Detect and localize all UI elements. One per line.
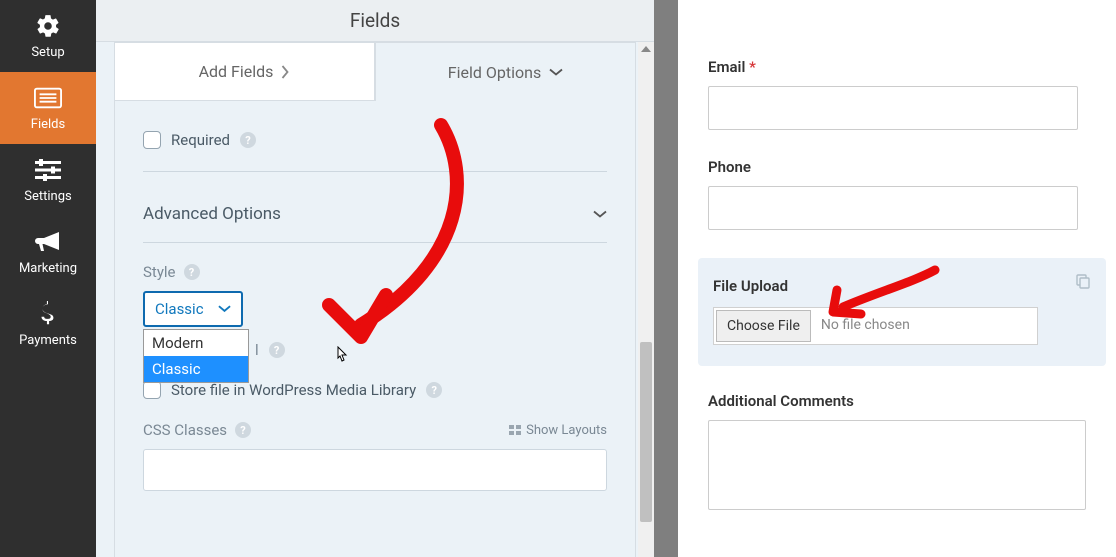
chevron-right-icon <box>281 65 290 79</box>
help-icon[interactable]: ? <box>235 422 251 438</box>
style-label: Style ? <box>143 263 607 281</box>
file-upload-label: File Upload <box>713 277 1091 295</box>
panel-divider <box>654 0 678 557</box>
duplicate-icon[interactable] <box>1075 273 1091 293</box>
list-icon <box>34 86 62 110</box>
required-row: Required ? <box>143 123 607 172</box>
scroll-up-icon[interactable] <box>638 42 654 56</box>
sidebar-item-label: Marketing <box>19 261 77 276</box>
choose-file-button[interactable]: Choose File <box>716 310 811 342</box>
advanced-toggle[interactable]: Advanced Options <box>143 192 607 243</box>
tab-bar: Add Fields Field Options <box>114 42 636 101</box>
grid-icon <box>509 425 521 435</box>
help-icon[interactable]: ? <box>426 382 442 398</box>
required-checkbox[interactable] <box>143 131 161 149</box>
file-upload-block[interactable]: File Upload Choose File No file chosen <box>698 258 1106 366</box>
style-option-modern[interactable]: Modern <box>144 330 248 356</box>
gear-icon <box>34 14 62 38</box>
chevron-down-icon <box>218 305 231 313</box>
email-label: Email * <box>708 58 1086 76</box>
help-icon[interactable]: ? <box>184 264 200 280</box>
style-option-classic[interactable]: Classic <box>144 356 248 382</box>
bullhorn-icon <box>34 230 62 254</box>
advanced-title: Advanced Options <box>143 204 281 224</box>
help-icon[interactable]: ? <box>240 132 256 148</box>
css-classes-input[interactable] <box>143 449 607 491</box>
help-icon[interactable]: ? <box>269 342 285 358</box>
page-title: Fields <box>96 0 654 42</box>
sidebar-item-fields[interactable]: Fields <box>0 72 96 144</box>
style-select[interactable]: Classic Modern Classic <box>143 291 243 327</box>
required-label: Required <box>171 131 230 149</box>
phone-input[interactable] <box>708 186 1078 230</box>
dollar-icon <box>34 302 62 326</box>
store-file-checkbox[interactable] <box>143 381 161 399</box>
partially-hidden-label: l ? <box>255 341 607 359</box>
store-file-label: Store file in WordPress Media Library <box>171 381 416 399</box>
comments-textarea[interactable] <box>708 420 1086 510</box>
phone-label: Phone <box>708 158 1086 176</box>
chevron-down-icon <box>549 68 563 77</box>
email-input[interactable] <box>708 86 1078 130</box>
sidebar-item-settings[interactable]: Settings <box>0 144 96 216</box>
style-dropdown: Modern Classic <box>143 329 249 383</box>
sidebar-item-marketing[interactable]: Marketing <box>0 216 96 288</box>
sidebar-item-label: Setup <box>31 45 64 60</box>
sidebar: Setup Fields Settings Marketing Payments <box>0 0 96 557</box>
store-file-row: Store file in WordPress Media Library ? <box>143 381 607 399</box>
form-preview: Email * Phone File Upload Choose File No… <box>678 0 1116 557</box>
tab-label: Field Options <box>448 63 541 82</box>
show-layouts-link[interactable]: Show Layouts <box>509 423 607 438</box>
chevron-down-icon <box>593 210 607 219</box>
sidebar-item-label: Payments <box>19 333 77 348</box>
tab-field-options[interactable]: Field Options <box>375 42 636 101</box>
style-value: Classic <box>155 300 204 318</box>
css-classes-label: CSS Classes ? <box>143 421 251 439</box>
tab-add-fields[interactable]: Add Fields <box>114 42 375 101</box>
file-input[interactable]: Choose File No file chosen <box>713 307 1038 345</box>
sidebar-item-label: Fields <box>31 117 65 132</box>
sidebar-item-label: Settings <box>24 189 71 204</box>
sidebar-item-setup[interactable]: Setup <box>0 0 96 72</box>
options-panel: Fields Add Fields Field Options Required… <box>96 0 654 557</box>
sidebar-item-payments[interactable]: Payments <box>0 288 96 360</box>
required-indicator: * <box>745 58 755 76</box>
tab-label: Add Fields <box>199 62 274 81</box>
scrollbar[interactable] <box>638 42 654 557</box>
comments-label: Additional Comments <box>708 392 1086 410</box>
no-file-text: No file chosen <box>813 308 918 344</box>
scroll-thumb[interactable] <box>640 342 652 522</box>
sliders-icon <box>34 158 62 182</box>
